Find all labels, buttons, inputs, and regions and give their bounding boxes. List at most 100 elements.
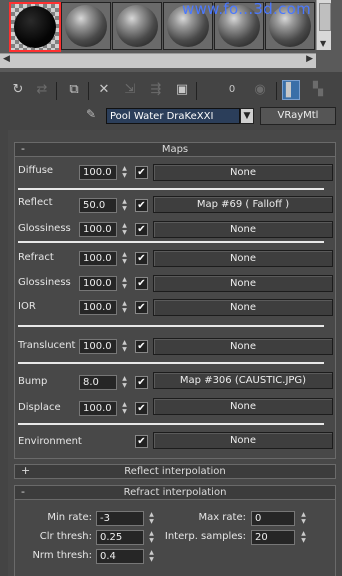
material-name-dropdown-icon[interactable]: ▼ [240, 108, 254, 124]
max-rate-label: Max rate: [198, 512, 246, 523]
displace-amount-spinner[interactable]: ▲ ▼ [120, 401, 129, 416]
material-name-field[interactable]: Pool Water DraKeXXI [106, 108, 240, 124]
nrm-thresh-spinner[interactable]: ▲ ▼ [147, 549, 156, 564]
maps-rollout-title: Maps [161, 144, 189, 155]
material-slot-1[interactable] [9, 2, 61, 52]
reflect-interpolation-rollout-header[interactable]: + Reflect interpolation [14, 464, 336, 479]
reflect-amount-spinner[interactable]: ▲ ▼ [120, 198, 129, 213]
reflect-glossiness-amount-field[interactable]: 100.0 [79, 222, 117, 237]
interp-samples-field[interactable]: 20 [251, 530, 295, 545]
scroll-right-arrow-icon[interactable]: ▶ [306, 54, 313, 64]
interp-samples-spinner[interactable]: ▲ ▼ [299, 530, 308, 545]
refract-label: Refract [18, 252, 54, 263]
pick-material-icon[interactable]: ✎ [86, 107, 102, 123]
max-rate-field[interactable]: 0 [251, 511, 295, 526]
bump-map-button[interactable]: Map #306 (CAUSTIC.JPG) [153, 372, 333, 389]
slots-vertical-scrollbar[interactable]: ▼ [316, 0, 331, 50]
scroll-thumb[interactable] [319, 3, 331, 31]
material-id-icon[interactable]: 0 [222, 80, 242, 100]
refract-glossiness-checkbox[interactable]: ✔ [135, 277, 148, 290]
ior-amount-field[interactable]: 100.0 [79, 300, 117, 315]
displace-checkbox[interactable]: ✔ [135, 402, 148, 415]
translucent-amount-spinner[interactable]: ▲ ▼ [120, 339, 129, 354]
min-rate-label: Min rate: [47, 512, 92, 523]
environment-checkbox[interactable]: ✔ [135, 435, 148, 448]
watermark: www.fo...3d.com [182, 0, 312, 18]
diffuse-label: Diffuse [18, 165, 54, 176]
refract-checkbox[interactable]: ✔ [135, 252, 148, 265]
material-slot-3[interactable] [112, 2, 162, 50]
refract-amount-spinner[interactable]: ▲ ▼ [120, 251, 129, 266]
divider [18, 188, 324, 190]
refract-glossiness-label: Glossiness [18, 277, 71, 288]
put-to-scene-icon[interactable]: ⇄ [32, 80, 52, 100]
divider [18, 325, 324, 327]
make-unique-icon[interactable]: ⇶ [146, 80, 166, 100]
displace-amount-field[interactable]: 100.0 [79, 401, 117, 416]
reflect-interpolation-title: Reflect interpolation [124, 466, 226, 477]
slots-horizontal-scrollbar[interactable]: ◀ ▶ [0, 53, 316, 68]
reset-icon[interactable]: ✕ [94, 80, 114, 100]
reflect-label: Reflect [18, 197, 53, 208]
ior-checkbox[interactable]: ✔ [135, 301, 148, 314]
go-to-parent-icon[interactable]: ▚ [308, 80, 328, 100]
clr-thresh-field[interactable]: 0.25 [96, 530, 144, 545]
nrm-thresh-field[interactable]: 0.4 [96, 549, 144, 564]
refract-glossiness-amount-field[interactable]: 100.0 [79, 276, 117, 291]
translucent-label: Translucent [18, 340, 76, 351]
min-rate-field[interactable]: -3 [96, 511, 144, 526]
ior-label: IOR [18, 301, 36, 312]
diffuse-amount-field[interactable]: 100.0 [79, 165, 117, 180]
translucent-checkbox[interactable]: ✔ [135, 340, 148, 353]
clr-thresh-spinner[interactable]: ▲ ▼ [147, 530, 156, 545]
ior-map-button[interactable]: None [153, 299, 333, 316]
refract-interpolation-rollout-header[interactable]: - Refract interpolation [14, 485, 336, 500]
refract-amount-field[interactable]: 100.0 [79, 251, 117, 266]
bump-label: Bump [18, 376, 48, 387]
translucent-amount-field[interactable]: 100.0 [79, 339, 117, 354]
show-map-icon[interactable]: ◉ [250, 80, 270, 100]
maps-rollout-header[interactable]: - Maps [14, 142, 336, 157]
displace-map-button[interactable]: None [153, 398, 333, 415]
reflect-glossiness-map-button[interactable]: None [153, 221, 333, 238]
scroll-left-arrow-icon[interactable]: ◀ [3, 54, 10, 64]
reflect-amount-field[interactable]: 50.0 [79, 198, 117, 213]
put-to-library-icon[interactable]: ▣ [172, 80, 192, 100]
diffuse-map-button[interactable]: None [153, 164, 333, 181]
clr-thresh-label: Clr thresh: [39, 531, 92, 542]
reflect-map-button[interactable]: Map #69 ( Falloff ) [153, 196, 333, 213]
max-rate-spinner[interactable]: ▲ ▼ [299, 511, 308, 526]
bump-checkbox[interactable]: ✔ [135, 376, 148, 389]
refract-interpolation-title: Refract interpolation [123, 487, 227, 498]
sample-sphere [65, 5, 107, 47]
sample-sphere [14, 6, 56, 48]
min-rate-spinner[interactable]: ▲ ▼ [147, 511, 156, 526]
divider [18, 423, 324, 425]
diffuse-amount-spinner[interactable]: ▲ ▼ [120, 165, 129, 180]
diffuse-checkbox[interactable]: ✔ [135, 166, 148, 179]
scroll-down-arrow-icon[interactable]: ▼ [320, 39, 326, 48]
assign-to-selection-icon[interactable]: ⧉ [64, 80, 84, 100]
bump-amount-spinner[interactable]: ▲ ▼ [120, 375, 129, 390]
refract-glossiness-spinner[interactable]: ▲ ▼ [120, 276, 129, 291]
environment-label: Environment [18, 436, 82, 447]
reflect-checkbox[interactable]: ✔ [135, 199, 148, 212]
copy-icon[interactable]: ⇲ [120, 80, 140, 100]
bump-amount-field[interactable]: 8.0 [79, 375, 117, 390]
refract-glossiness-map-button[interactable]: None [153, 275, 333, 292]
reflect-glossiness-checkbox[interactable]: ✔ [135, 223, 148, 236]
material-editor-toolbar: ↻ ⇄ ⧉ ✕ ⇲ ⇶ ▣ 0 ◉ ▌ ▚ [0, 76, 342, 104]
reflect-glossiness-spinner[interactable]: ▲ ▼ [120, 222, 129, 237]
material-slot-2[interactable] [61, 2, 111, 50]
environment-map-button[interactable]: None [153, 432, 333, 449]
nrm-thresh-label: Nrm thresh: [32, 550, 92, 561]
get-material-icon[interactable]: ↻ [8, 80, 28, 100]
show-end-result-icon[interactable]: ▌ [282, 80, 300, 100]
refract-map-button[interactable]: None [153, 250, 333, 267]
divider [18, 241, 324, 243]
interp-samples-label: Interp. samples: [164, 531, 246, 542]
translucent-map-button[interactable]: None [153, 338, 333, 355]
sample-sphere [116, 5, 158, 47]
ior-amount-spinner[interactable]: ▲ ▼ [120, 300, 129, 315]
material-type-button[interactable]: VRayMtl [260, 107, 336, 125]
